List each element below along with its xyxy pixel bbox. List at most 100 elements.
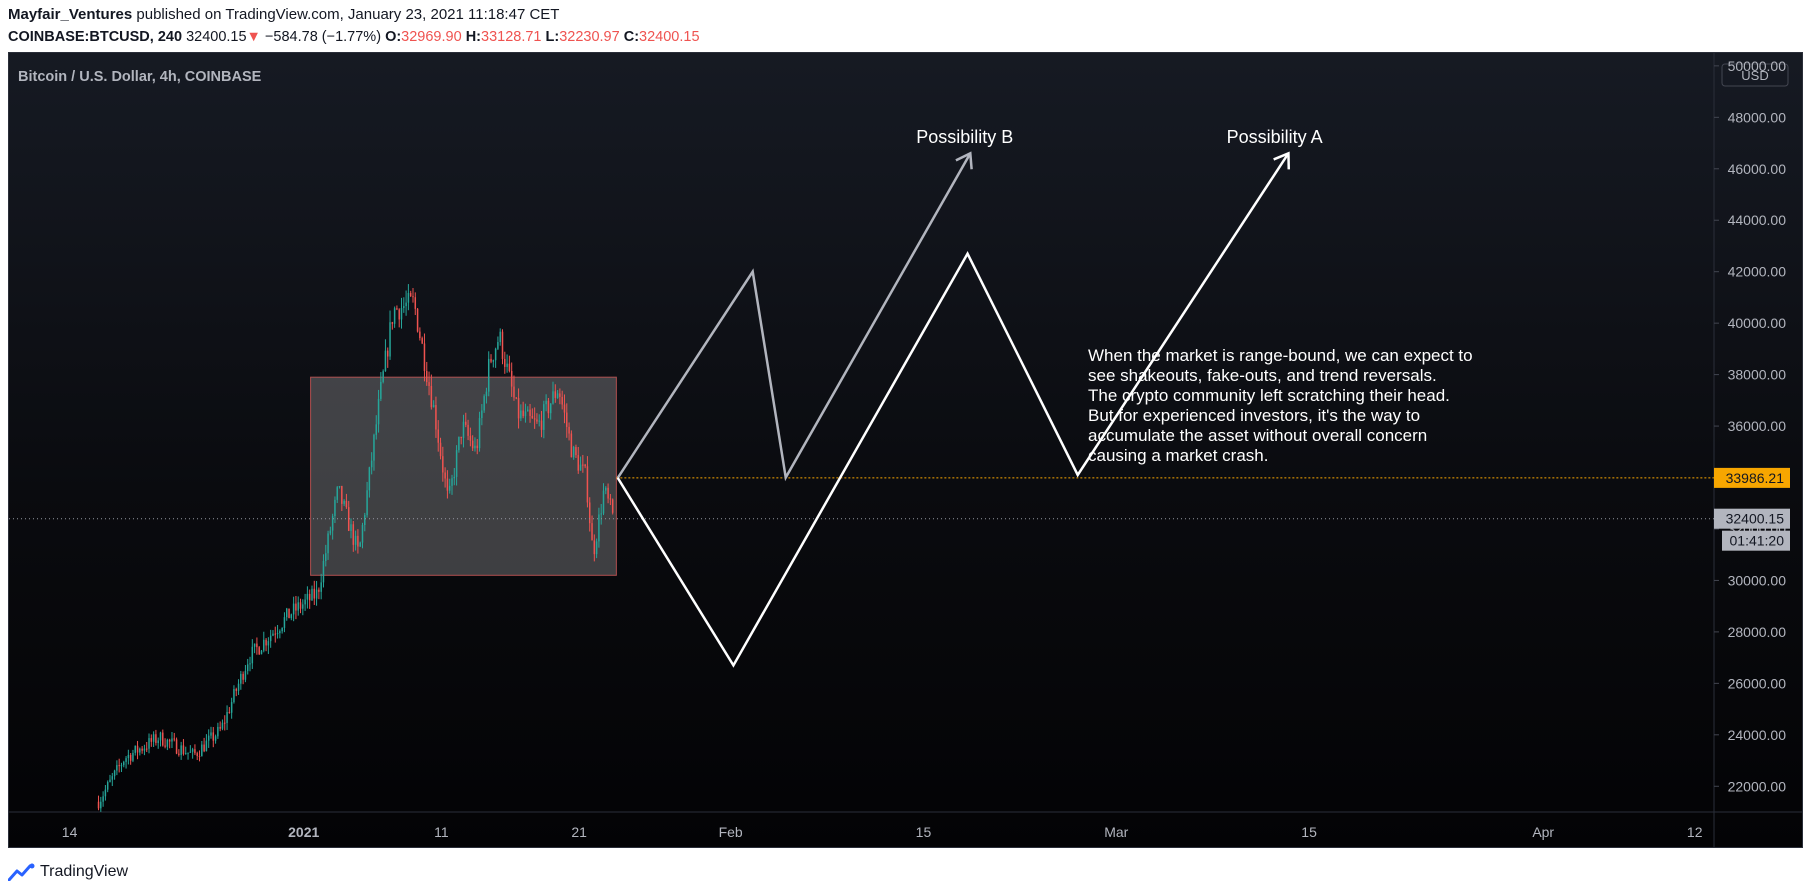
- candle-body: [566, 412, 568, 427]
- candle-body: [320, 582, 322, 592]
- candle-body: [265, 639, 267, 646]
- candle-body: [423, 343, 426, 371]
- candle-body: [462, 421, 465, 438]
- candle-body: [510, 370, 513, 387]
- candle-body: [370, 460, 373, 468]
- candle-body: [189, 751, 192, 753]
- candle-body: [481, 410, 483, 419]
- candle-body: [196, 753, 198, 756]
- candle-body: [109, 779, 111, 783]
- candle-body: [384, 350, 387, 372]
- candle-body: [389, 322, 391, 357]
- candle-body: [396, 308, 398, 310]
- candle-body: [168, 739, 171, 742]
- candle-body: [490, 358, 492, 362]
- y-tick-label: 22000.00: [1728, 778, 1787, 794]
- candle-body: [527, 409, 529, 412]
- range-box: [310, 376, 617, 576]
- candle-body: [221, 722, 224, 729]
- candle-body: [127, 754, 130, 759]
- candle-body: [465, 421, 467, 425]
- candle-body: [182, 745, 185, 754]
- candle-body: [428, 382, 430, 386]
- candle-body: [201, 744, 203, 757]
- candle-body: [375, 424, 378, 435]
- candle-body: [600, 513, 602, 515]
- y-tick-label: 26000.00: [1728, 675, 1787, 691]
- candle-body: [205, 740, 208, 752]
- y-tick-label: 42000.00: [1728, 264, 1787, 280]
- candle-body: [531, 415, 534, 419]
- candle-body: [132, 752, 134, 761]
- candle-body: [419, 331, 421, 339]
- candle-body: [483, 396, 485, 411]
- candle-body: [453, 476, 456, 479]
- candle-body: [430, 385, 433, 408]
- candle-body: [311, 588, 313, 601]
- candle-body: [297, 602, 299, 611]
- candle-body: [586, 466, 589, 503]
- candle-body: [350, 524, 352, 531]
- y-tick-label: 24000.00: [1728, 727, 1787, 743]
- candle-body: [602, 490, 605, 514]
- candle-body: [517, 398, 520, 419]
- brand-name: TradingView: [40, 863, 129, 880]
- candle-body: [545, 400, 547, 405]
- candle-body: [446, 478, 449, 491]
- annotation-line: accumulate the asset without overall con…: [1088, 426, 1427, 445]
- candle-body: [487, 358, 490, 392]
- candle-body: [178, 753, 180, 755]
- candle-body: [593, 540, 596, 555]
- candle-body: [524, 411, 527, 417]
- candle-body: [125, 758, 127, 762]
- candle-body: [391, 322, 394, 324]
- candle-body: [237, 683, 240, 691]
- candle-body: [575, 447, 577, 456]
- y-tick-label: 36000.00: [1728, 418, 1787, 434]
- candle-body: [150, 738, 153, 742]
- candle-body: [471, 440, 474, 449]
- candle-body: [276, 633, 279, 635]
- candle-body: [279, 631, 281, 634]
- candle-body: [579, 464, 582, 471]
- annotation-line: When the market is range-bound, we can e…: [1088, 346, 1473, 365]
- candle-body: [605, 487, 607, 491]
- candle-body: [568, 426, 570, 434]
- candle-body: [409, 293, 412, 297]
- candle-body: [448, 485, 451, 491]
- candle-body: [272, 633, 274, 636]
- annotation-line: causing a market crash.: [1088, 446, 1268, 465]
- candle-body: [497, 342, 499, 349]
- candle-body: [591, 523, 593, 541]
- candle-body: [152, 734, 155, 742]
- candle-body: [435, 405, 437, 430]
- candle-body: [359, 542, 361, 547]
- candle-body: [368, 467, 371, 491]
- chart-svg[interactable]: Bitcoin / U.S. Dollar, 4h, COINBASE USD50…: [0, 0, 1805, 896]
- candle-body: [476, 445, 479, 449]
- candle-body: [97, 801, 100, 809]
- candle-body: [515, 397, 518, 399]
- candle-body: [113, 770, 116, 777]
- tradingview-logo[interactable]: TradingView: [8, 860, 128, 884]
- candle-body: [157, 740, 159, 743]
- candle-body: [134, 745, 136, 753]
- candle-body: [582, 464, 584, 466]
- candle-body: [598, 514, 600, 542]
- candle-body: [173, 738, 176, 740]
- candle-body: [341, 486, 343, 504]
- candle-body: [421, 338, 423, 344]
- candle-body: [407, 293, 410, 303]
- candle-body: [100, 801, 102, 809]
- candle-body: [584, 464, 586, 467]
- candle-body: [334, 499, 336, 517]
- candle-body: [318, 589, 320, 592]
- candle-body: [244, 670, 247, 680]
- chart-title: Bitcoin / U.S. Dollar, 4h, COINBASE: [18, 69, 262, 85]
- candle-body: [256, 643, 258, 648]
- possibility-a-label: Possibility A: [1227, 127, 1323, 147]
- candle-body: [432, 405, 435, 408]
- y-tick-label: 38000.00: [1728, 367, 1787, 383]
- candle-body: [478, 418, 481, 449]
- x-tick-label: 21: [571, 824, 587, 840]
